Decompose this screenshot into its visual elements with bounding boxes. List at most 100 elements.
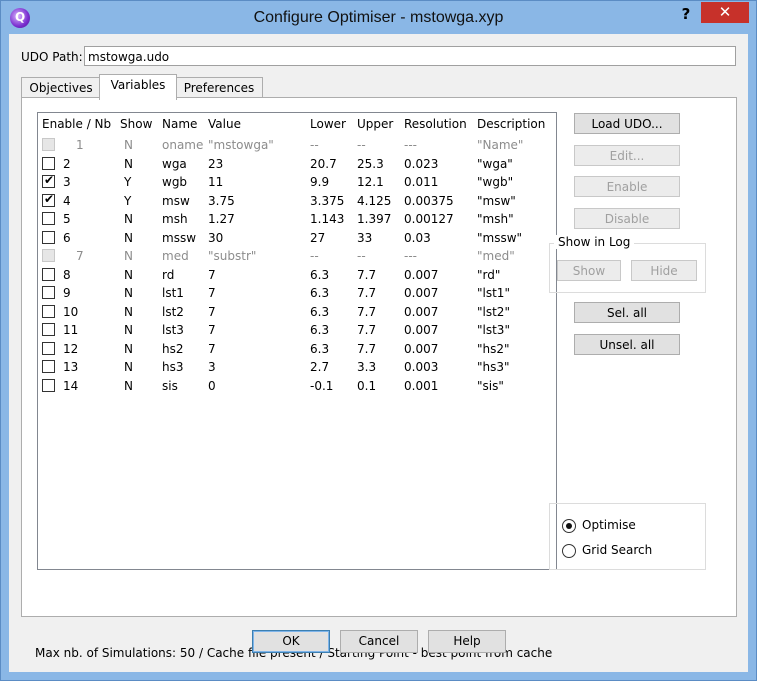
table-row[interactable]: 12 Nhs2 7 6.3 7.7 0.007 "hs2" — [38, 340, 556, 358]
enable-checkbox[interactable] — [42, 286, 55, 299]
row-show: N — [124, 156, 133, 171]
row-upper: 25.3 — [357, 156, 384, 171]
row-number: 10 — [63, 304, 79, 319]
row-lower: -- — [310, 249, 319, 263]
disable-button[interactable]: Disable — [574, 208, 680, 229]
tab-variables[interactable]: Variables — [99, 74, 177, 100]
row-number: 2 — [63, 156, 71, 171]
hide-button[interactable]: Hide — [631, 260, 697, 281]
table-row[interactable]: ✔ 4 Ymsw 3.75 3.375 4.125 0.00375 "msw" — [38, 192, 556, 210]
row-show: N — [124, 341, 133, 356]
row-name: rd — [162, 267, 175, 282]
column-header-resolution[interactable]: Resolution — [404, 113, 467, 135]
grid-search-label[interactable]: Grid Search — [582, 543, 652, 557]
row-upper: 3.3 — [357, 360, 377, 374]
row-name: msh — [162, 212, 188, 226]
table-row[interactable]: 1 Noname "mstowga" -- -- --- "Name" — [38, 136, 556, 154]
row-lower: 1.143 — [310, 212, 345, 226]
row-value: "substr" — [208, 249, 257, 263]
table-row[interactable]: 2 Nwga 23 20.7 25.3 0.023 "wga" — [38, 155, 556, 173]
select-all-button[interactable]: Sel. all — [574, 302, 680, 323]
row-number: 11 — [63, 323, 79, 337]
row-lower: 9.9 — [310, 175, 330, 189]
unselect-all-button[interactable]: Unsel. all — [574, 334, 680, 355]
udo-path-input[interactable]: mstowga.udo — [84, 46, 736, 66]
row-resolution: 0.023 — [404, 156, 439, 171]
enable-checkbox[interactable] — [42, 341, 55, 355]
column-header-name[interactable]: Name — [162, 113, 197, 135]
optimise-label[interactable]: Optimise — [582, 518, 636, 532]
table-row[interactable]: 5 Nmsh 1.27 1.143 1.397 0.00127 "msh" — [38, 210, 556, 228]
variables-list[interactable]: Enable / Nb Show Name Value Lower Upper … — [37, 112, 557, 570]
load-udo-button[interactable]: Load UDO... — [574, 113, 680, 134]
row-description: "hs3" — [477, 360, 510, 374]
column-header-enable-nb[interactable]: Enable / Nb — [42, 113, 111, 135]
row-show: N — [124, 249, 133, 263]
tab-objectives[interactable]: Objectives — [21, 77, 101, 99]
dialog-client-area: UDO Path: mstowga.udo Objectives Variabl… — [9, 34, 748, 672]
row-number: 5 — [63, 212, 71, 226]
table-row[interactable]: 10 Nlst2 7 6.3 7.7 0.007 "lst2" — [38, 303, 556, 321]
row-value: 30 — [208, 230, 224, 245]
help-button[interactable]: Help — [428, 630, 506, 653]
table-row[interactable]: 13 Nhs3 3 2.7 3.3 0.003 "hs3" — [38, 358, 556, 376]
enable-checkbox[interactable]: ✔ — [42, 192, 55, 207]
enable-checkbox[interactable] — [42, 267, 55, 281]
row-number: 13 — [63, 360, 79, 374]
row-upper: 7.7 — [357, 323, 377, 337]
row-description: "lst2" — [477, 304, 510, 319]
table-row[interactable]: 8 Nrd 7 6.3 7.7 0.007 "rd" — [38, 266, 556, 284]
show-button[interactable]: Show — [557, 260, 621, 281]
row-resolution: 0.007 — [404, 267, 439, 282]
row-show: N — [124, 323, 133, 337]
enable-checkbox[interactable] — [42, 230, 55, 244]
table-row[interactable]: 7 Nmed "substr" -- -- --- "med" — [38, 247, 556, 265]
row-description: "lst1" — [477, 286, 510, 300]
table-row[interactable]: ✔ 3 Ywgb 11 9.9 12.1 0.011 "wgb" — [38, 173, 556, 191]
row-show: N — [124, 230, 133, 245]
row-value: 7 — [208, 304, 216, 319]
row-name: med — [162, 249, 189, 263]
table-row[interactable]: 6 Nmssw 30 27 33 0.03 "mssw" — [38, 229, 556, 247]
enable-checkbox[interactable] — [42, 212, 55, 225]
column-header-description[interactable]: Description — [477, 113, 545, 135]
row-resolution: 0.00127 — [404, 212, 454, 226]
tab-preferences[interactable]: Preferences — [175, 77, 263, 99]
enable-checkbox[interactable] — [42, 304, 55, 318]
table-row[interactable]: 14 Nsis 0 -0.1 0.1 0.001 "sis" — [38, 377, 556, 395]
close-icon[interactable]: ✕ — [701, 2, 749, 23]
grid-search-radio[interactable] — [562, 544, 576, 558]
column-header-upper[interactable]: Upper — [357, 113, 393, 135]
table-row[interactable]: 9 Nlst1 7 6.3 7.7 0.007 "lst1" — [38, 284, 556, 302]
title-bar[interactable]: Q Configure Optimiser - mstowga.xyp ? ✕ — [1, 1, 756, 35]
enable-checkbox[interactable] — [42, 360, 55, 373]
enable-button[interactable]: Enable — [574, 176, 680, 197]
enable-checkbox — [42, 249, 55, 262]
row-name: lst2 — [162, 304, 184, 319]
row-show: N — [124, 138, 133, 152]
cancel-button[interactable]: Cancel — [340, 630, 418, 653]
enable-checkbox[interactable] — [42, 378, 55, 392]
edit-button[interactable]: Edit... — [574, 145, 680, 166]
column-header-show[interactable]: Show — [120, 113, 152, 135]
column-header-value[interactable]: Value — [208, 113, 241, 135]
row-lower: 6.3 — [310, 286, 330, 300]
configure-optimiser-window: Q Configure Optimiser - mstowga.xyp ? ✕ … — [0, 0, 757, 681]
column-header-lower[interactable]: Lower — [310, 113, 346, 135]
row-number: 12 — [63, 341, 79, 356]
row-upper: 7.7 — [357, 341, 377, 356]
enable-checkbox[interactable] — [42, 323, 55, 336]
row-name: hs3 — [162, 360, 184, 374]
optimise-radio[interactable] — [562, 519, 576, 533]
row-value: "mstowga" — [208, 138, 274, 152]
row-resolution: 0.007 — [404, 304, 439, 319]
ok-button[interactable]: OK — [252, 630, 330, 653]
enable-checkbox[interactable]: ✔ — [42, 173, 55, 188]
row-show: Y — [124, 193, 132, 208]
table-row[interactable]: 11 Nlst3 7 6.3 7.7 0.007 "lst3" — [38, 321, 556, 339]
enable-checkbox[interactable] — [42, 156, 55, 170]
row-show: N — [124, 212, 133, 226]
help-icon[interactable]: ? — [673, 3, 699, 25]
row-value: 0 — [208, 378, 216, 393]
row-resolution: 0.001 — [404, 378, 439, 393]
